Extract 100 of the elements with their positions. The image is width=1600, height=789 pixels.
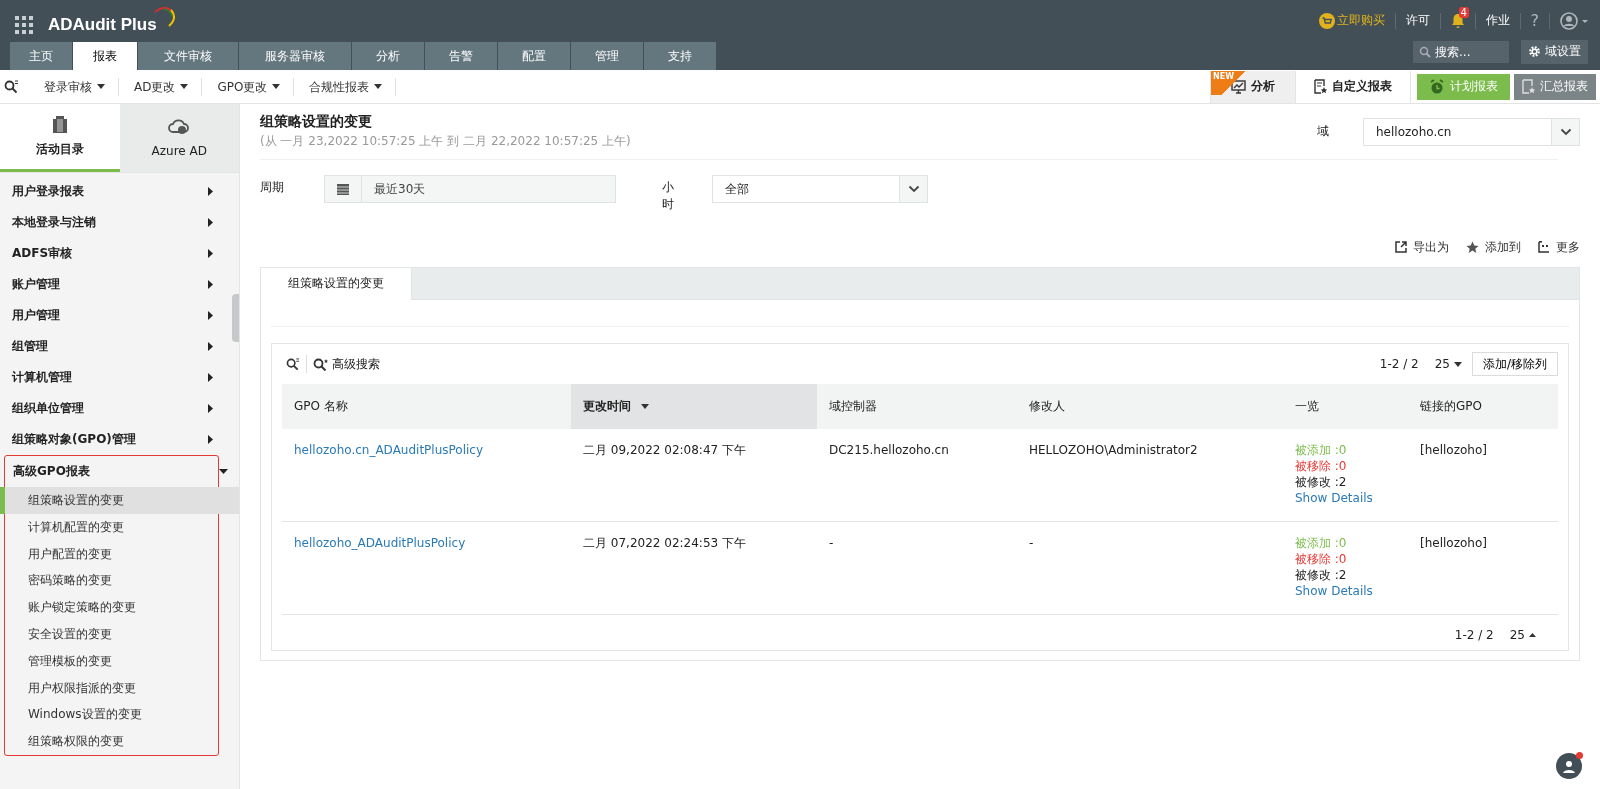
sidebar-category[interactable]: 本地登录与注销 — [0, 207, 213, 238]
nav-tab[interactable]: 分析 — [352, 42, 424, 70]
caret-icon — [1453, 361, 1462, 367]
show-details-link[interactable]: Show Details — [1295, 583, 1408, 599]
caret-right-icon — [208, 187, 213, 196]
sidebar-category[interactable]: 账户管理 — [0, 269, 213, 300]
report-menu[interactable]: 登录审核 — [29, 77, 119, 96]
caret-right-icon — [208, 342, 213, 351]
star-icon — [1466, 240, 1479, 254]
view-button[interactable]: 汇总报表 — [1514, 73, 1596, 100]
jobs-link[interactable]: 作业 — [1485, 12, 1510, 29]
domain-select[interactable]: hellozoho.cn — [1363, 117, 1580, 146]
source-tab[interactable]: 活动目录 — [0, 104, 120, 172]
collapse-handle[interactable] — [232, 294, 239, 342]
table-cell: - — [829, 536, 834, 550]
sidebar-item[interactable]: 安全设置的变更 — [5, 621, 218, 648]
page-size-select[interactable]: 25 — [1434, 357, 1462, 371]
nav-tab[interactable]: 报表 — [73, 42, 137, 70]
nav-tab[interactable]: 支持 — [644, 42, 716, 70]
hour-select[interactable]: 全部 — [712, 175, 928, 203]
nav-tab[interactable]: 管理 — [571, 42, 643, 70]
search-icon[interactable] — [286, 357, 300, 371]
sidebar-category[interactable]: 组织单位管理 — [0, 393, 213, 424]
column-header[interactable]: 修改人 — [1017, 384, 1283, 429]
caret-right-icon — [208, 435, 213, 444]
column-header[interactable]: 域控制器 — [817, 384, 1017, 429]
report-menu[interactable]: 合规性报表 — [294, 77, 397, 96]
report-title: 组策略设置的变更 — [260, 113, 373, 131]
sidebar-category[interactable]: ADFS审核 — [0, 238, 213, 269]
buy-now-link[interactable]: 立即购买 — [1318, 12, 1385, 29]
document-star-icon — [1314, 79, 1327, 94]
summary-count: 被修改 :2 — [1295, 474, 1348, 490]
column-header[interactable]: GPO 名称 — [282, 384, 571, 429]
show-details-link[interactable]: Show Details — [1295, 490, 1408, 506]
report-menu[interactable]: GPO更改 — [202, 77, 295, 96]
nav-tab[interactable]: 服务器审核 — [239, 42, 351, 70]
search-icon[interactable] — [4, 79, 19, 94]
sidebar-item[interactable]: 用户配置的变更 — [5, 540, 218, 568]
advanced-search-link[interactable]: 高级搜索 — [313, 355, 380, 373]
report-action[interactable]: 更多 — [1538, 238, 1580, 256]
columns-button[interactable]: 添加/移除列 — [1471, 352, 1558, 376]
sidebar-item[interactable]: 计算机配置的变更 — [5, 513, 218, 541]
help-link[interactable]: ? — [1530, 11, 1539, 30]
sidebar-item[interactable]: 管理模板的变更 — [5, 647, 218, 675]
sidebar-item[interactable]: 组策略权限的变更 — [5, 728, 218, 755]
summary-count: 被添加 :0 — [1295, 535, 1348, 551]
table-cell: 二月 09,2022 02:08:47 下午 — [583, 443, 746, 457]
sidebar-category[interactable]: 用户登录报表 — [0, 176, 213, 207]
calendar-icon — [337, 183, 349, 195]
nav-tab[interactable]: 文件审核 — [138, 42, 238, 70]
view-button[interactable]: NEW 分析 — [1210, 70, 1295, 103]
summary-count: 被添加 :0 — [1295, 442, 1348, 458]
sidebar-item[interactable]: Windows设置的变更 — [5, 701, 218, 729]
apps-grid-icon[interactable] — [15, 15, 33, 34]
app-logo: ADAudit Plus — [48, 14, 157, 35]
table-cell: HELLOZOHO\Administrator2 — [1029, 443, 1198, 457]
document-star-icon — [1522, 79, 1535, 94]
view-button[interactable]: 自定义报表 — [1295, 70, 1411, 103]
sidebar-category[interactable]: 高级GPO报表 — [5, 456, 228, 487]
nav-tab[interactable]: 告警 — [425, 42, 497, 70]
column-header[interactable]: 链接的GPO — [1408, 384, 1558, 429]
source-tab[interactable]: Azure AD — [119, 104, 239, 172]
caret-right-icon — [208, 280, 213, 289]
report-action[interactable]: 导出为 — [1395, 238, 1449, 256]
chat-icon[interactable] — [1556, 753, 1582, 779]
table-cell: 二月 07,2022 02:24:53 下午 — [583, 536, 746, 550]
period-field[interactable]: 最近30天 — [324, 175, 616, 203]
sidebar-category[interactable]: 计算机管理 — [0, 362, 213, 393]
domain-settings-button[interactable]: 域设置 — [1521, 39, 1588, 64]
gpo-name-link[interactable]: hellozoho.cn_ADAuditPlusPolicy — [294, 443, 484, 457]
gpo-name-link[interactable]: hellozoho_ADAuditPlusPolicy — [294, 536, 466, 550]
summary-count: 被修改 :2 — [1295, 567, 1348, 583]
caret-right-icon — [208, 373, 213, 382]
date-range: (从 一月 23,2022 10:57:25 上午 到 二月 22,2022 10:57:25 上午) — [260, 133, 631, 150]
license-link[interactable]: 许可 — [1405, 12, 1430, 29]
column-header[interactable]: 一览 — [1283, 384, 1408, 429]
sidebar-category[interactable]: 用户管理 — [0, 300, 213, 331]
page-size-select[interactable]: 25 — [1509, 628, 1536, 642]
cart-icon — [1318, 12, 1335, 29]
gear-icon — [1528, 45, 1541, 58]
report-menu[interactable]: AD更改 — [119, 77, 203, 96]
table-cell: [hellozoho] — [1420, 443, 1487, 457]
sidebar-category[interactable]: 组策略对象(GPO)管理 — [0, 424, 213, 455]
nav-tab[interactable]: 配置 — [498, 42, 570, 70]
period-label: 周期 — [260, 179, 285, 196]
report-tab[interactable]: 组策略设置的变更 — [261, 268, 412, 300]
search-field[interactable]: 搜索... — [1413, 40, 1509, 63]
table-cell: [hellozoho] — [1420, 536, 1487, 550]
user-avatar-icon[interactable] — [1560, 11, 1590, 30]
caret-icon — [272, 84, 281, 89]
chart-monitor-icon — [1231, 79, 1246, 94]
export-icon — [1395, 241, 1407, 253]
sidebar-item[interactable]: 用户权限指派的变更 — [5, 674, 218, 702]
report-action[interactable]: 添加到 — [1466, 238, 1521, 256]
chevron-down-icon — [907, 185, 920, 193]
sidebar-item[interactable]: 密码策略的变更 — [5, 567, 218, 595]
sidebar-category[interactable]: 组管理 — [0, 331, 213, 362]
nav-tab[interactable]: 主页 — [10, 42, 72, 70]
column-header[interactable]: 更改时间 — [571, 384, 817, 429]
sidebar-item[interactable]: 账户锁定策略的变更 — [5, 594, 218, 621]
